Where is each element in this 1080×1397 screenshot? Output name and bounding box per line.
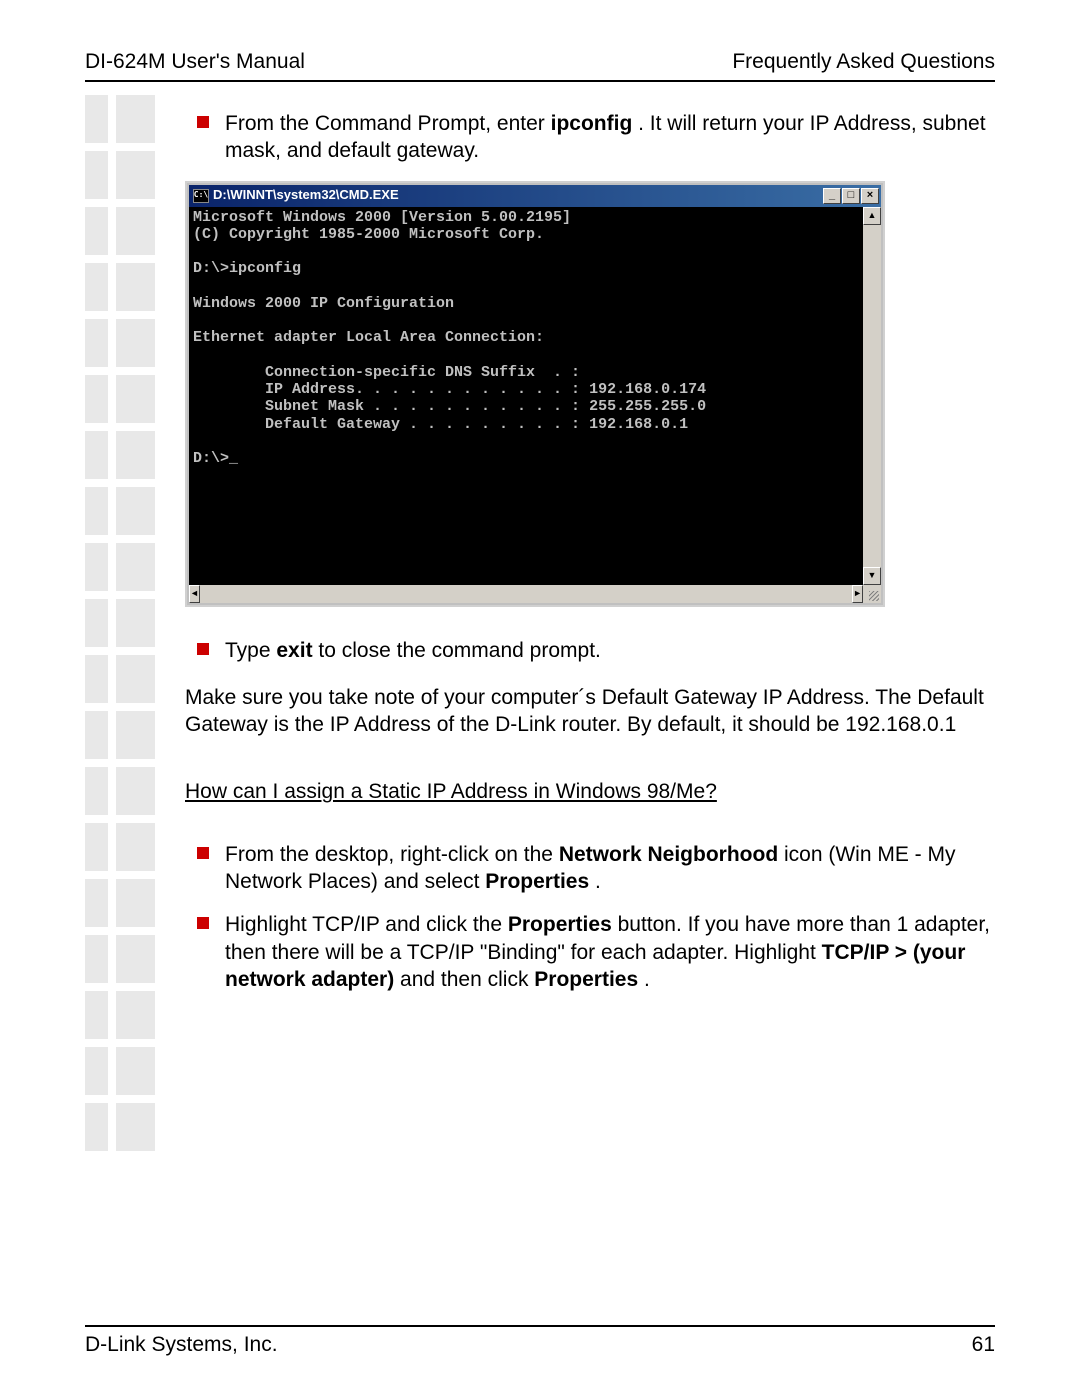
bullet-icon [197, 917, 209, 929]
header-right: Frequently Asked Questions [732, 50, 995, 74]
scroll-down-icon: ▼ [863, 567, 881, 585]
bullet-ipconfig: From the Command Prompt, enter ipconfig … [197, 110, 995, 165]
cmd-titlebar: C:\ D:\WINNT\system32\CMD.EXE _ □ × [189, 185, 881, 207]
faq-question: How can I assign a Static IP Address in … [185, 778, 995, 805]
close-button: × [861, 188, 879, 204]
bullet-text: From the desktop, right-click on the Net… [225, 841, 995, 896]
horizontal-scrollbar: ◄ ► [189, 585, 881, 603]
vertical-scrollbar: ▲ ▼ [863, 207, 881, 585]
bullet-text: Highlight TCP/IP and click the Propertie… [225, 911, 995, 993]
bullet-network-neighborhood: From the desktop, right-click on the Net… [197, 841, 995, 896]
decorative-sidebar [85, 95, 155, 1151]
scroll-up-icon: ▲ [863, 207, 881, 225]
bullet-text: Type exit to close the command prompt. [225, 637, 995, 664]
cmd-title: D:\WINNT\system32\CMD.EXE [213, 187, 823, 204]
command-prompt-screenshot: C:\ D:\WINNT\system32\CMD.EXE _ □ × Micr… [185, 181, 885, 607]
page-header: DI-624M User's Manual Frequently Asked Q… [85, 50, 995, 82]
cmd-output: Microsoft Windows 2000 [Version 5.00.219… [189, 207, 863, 585]
bullet-icon [197, 847, 209, 859]
maximize-button: □ [842, 188, 860, 204]
minimize-button: _ [823, 188, 841, 204]
gateway-paragraph: Make sure you take note of your computer… [185, 684, 995, 739]
scroll-right-icon: ► [852, 585, 863, 603]
footer-left: D-Link Systems, Inc. [85, 1333, 278, 1357]
header-left: DI-624M User's Manual [85, 50, 305, 74]
resize-grip-icon [863, 585, 881, 603]
page-footer: D-Link Systems, Inc. 61 [85, 1325, 995, 1357]
bullet-exit: Type exit to close the command prompt. [197, 637, 995, 664]
bullet-icon [197, 116, 209, 128]
scroll-left-icon: ◄ [189, 585, 200, 603]
footer-page-number: 61 [972, 1333, 995, 1357]
main-content: From the Command Prompt, enter ipconfig … [185, 110, 995, 993]
cmd-icon: C:\ [193, 189, 209, 203]
bullet-tcpip: Highlight TCP/IP and click the Propertie… [197, 911, 995, 993]
bullet-text: From the Command Prompt, enter ipconfig … [225, 110, 995, 165]
bullet-icon [197, 643, 209, 655]
